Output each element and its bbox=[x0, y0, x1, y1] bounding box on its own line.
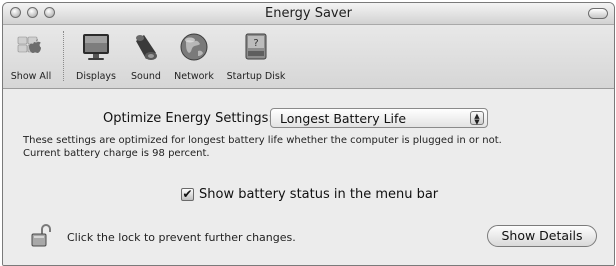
toolbar-toggle-button[interactable] bbox=[588, 8, 608, 19]
optimize-popup[interactable]: Longest Battery Life ▲ ▼ bbox=[270, 108, 488, 128]
toolbar-separator bbox=[63, 31, 65, 81]
speaker-icon bbox=[130, 31, 162, 63]
optimize-popup-value: Longest Battery Life bbox=[280, 111, 407, 126]
toolbar: Show All Displays Sound Network ? Startu… bbox=[3, 25, 614, 89]
toolbar-show-all[interactable]: Show All bbox=[3, 25, 59, 88]
lock-instruction: Click the lock to prevent further change… bbox=[67, 231, 296, 244]
svg-text:?: ? bbox=[253, 38, 258, 49]
toolbar-network[interactable]: Network bbox=[169, 25, 219, 88]
battery-charge-text: Current battery charge is 98 percent. bbox=[23, 148, 210, 159]
toolbar-label: Sound bbox=[131, 71, 161, 82]
toolbar-label: Show All bbox=[10, 71, 52, 82]
toolbar-label: Startup Disk bbox=[226, 71, 286, 82]
window-title: Energy Saver bbox=[265, 6, 352, 21]
checkmark-icon: ✔ bbox=[182, 187, 193, 201]
optimize-label: Optimize Energy Settings: bbox=[103, 111, 273, 126]
toolbar-startup-disk[interactable]: ? Startup Disk bbox=[220, 25, 292, 88]
display-icon bbox=[80, 31, 112, 63]
energy-saver-window: Energy Saver Show All Displays Sound Net… bbox=[2, 2, 615, 266]
description-line: These settings are optimized for longest… bbox=[23, 135, 502, 146]
settings-description: These settings are optimized for longest… bbox=[23, 134, 603, 160]
show-details-button[interactable]: Show Details bbox=[487, 225, 597, 247]
disk-icon: ? bbox=[240, 31, 272, 63]
energy-saver-pane: Optimize Energy Settings: Longest Batter… bbox=[3, 89, 614, 265]
apple-logo-icon bbox=[15, 31, 47, 63]
updown-arrows-icon: ▲ ▼ bbox=[470, 111, 484, 126]
title-bar: Energy Saver bbox=[3, 3, 614, 25]
toolbar-displays[interactable]: Displays bbox=[69, 25, 123, 88]
battery-status-label[interactable]: Show battery status in the menu bar bbox=[199, 187, 438, 202]
toolbar-label: Displays bbox=[76, 71, 116, 82]
toolbar-label: Network bbox=[174, 71, 214, 82]
toolbar-sound[interactable]: Sound bbox=[124, 25, 168, 88]
battery-status-checkbox[interactable]: ✔ bbox=[181, 188, 194, 201]
globe-icon bbox=[178, 31, 210, 63]
lock-icon[interactable] bbox=[30, 224, 52, 248]
